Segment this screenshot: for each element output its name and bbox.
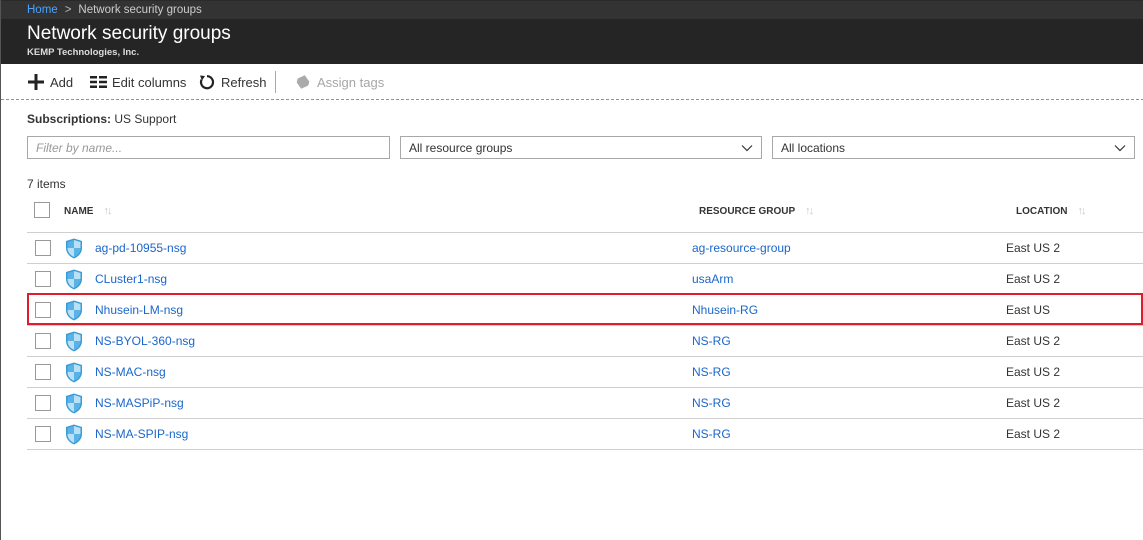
breadcrumb-bar: Home > Network security groups (1, 0, 1143, 19)
resource-group-link[interactable]: ag-resource-group (692, 241, 791, 255)
column-header-location[interactable]: LOCATION ↑↓ (1016, 205, 1086, 217)
resource-group-selected: All resource groups (409, 141, 513, 155)
network-security-group-icon (66, 269, 82, 290)
items-count: 7 items (27, 177, 66, 191)
tag-icon (294, 73, 312, 91)
resource-group-select[interactable]: All resource groups (400, 136, 762, 159)
edit-columns-label: Edit columns (112, 74, 187, 90)
chevron-down-icon (741, 145, 753, 152)
table-row[interactable]: NS-BYOL-360-nsg NS-RG East US 2 (27, 326, 1143, 357)
resource-group-link[interactable]: NS-RG (692, 396, 731, 410)
refresh-button[interactable]: Refresh (198, 73, 267, 91)
location-value: East US (1006, 303, 1051, 317)
filter-by-name-input[interactable] (27, 136, 390, 159)
table-row[interactable]: NS-MA-SPIP-nsg NS-RG East US 2 (27, 419, 1143, 450)
row-checkbox[interactable] (35, 333, 51, 349)
network-security-group-icon (66, 362, 82, 383)
sort-icon[interactable]: ↑↓ (1077, 205, 1086, 217)
columns-icon (89, 73, 107, 91)
location-value: East US 2 (1006, 241, 1061, 255)
nsg-name-link[interactable]: CLuster1-nsg (95, 272, 167, 286)
location-selected: All locations (781, 141, 846, 155)
refresh-icon (198, 73, 216, 91)
page-subtitle: KEMP Technologies, Inc. (27, 47, 140, 58)
location-select[interactable]: All locations (772, 136, 1135, 159)
network-security-group-icon (66, 393, 82, 414)
sort-icon[interactable]: ↑↓ (103, 205, 112, 217)
column-header-name[interactable]: NAME ↑↓ (64, 205, 112, 217)
column-header-label: NAME (64, 205, 94, 217)
row-checkbox[interactable] (35, 302, 51, 318)
resource-group-link[interactable]: NS-RG (692, 365, 731, 379)
sort-icon[interactable]: ↑↓ (805, 205, 814, 217)
resource-group-link[interactable]: NS-RG (692, 427, 731, 441)
nsg-name-link[interactable]: NS-BYOL-360-nsg (95, 334, 195, 348)
add-button[interactable]: Add (27, 73, 73, 91)
table-row[interactable]: CLuster1-nsg usaArm East US 2 (27, 264, 1143, 295)
network-security-group-icon (66, 300, 82, 321)
blade-header: Network security groups KEMP Technologie… (1, 19, 1143, 64)
refresh-label: Refresh (221, 74, 267, 90)
page-title: Network security groups (27, 23, 231, 44)
column-header-resource-group[interactable]: RESOURCE GROUP ↑↓ (699, 205, 814, 217)
row-divider (27, 449, 1143, 450)
subscriptions-label: Subscriptions: (27, 112, 112, 126)
select-all-checkbox[interactable] (34, 202, 50, 218)
location-value: East US 2 (1006, 334, 1061, 348)
plus-icon (27, 73, 45, 91)
nsg-name-link[interactable]: Nhusein-LM-nsg (95, 303, 183, 317)
nsg-name-link[interactable]: NS-MAC-nsg (95, 365, 166, 379)
row-checkbox[interactable] (35, 426, 51, 442)
resource-group-link[interactable]: usaArm (692, 272, 733, 286)
add-label: Add (50, 74, 74, 90)
table-row[interactable]: Nhusein-LM-nsg Nhusein-RG East US (27, 295, 1143, 326)
network-security-group-icon (66, 331, 82, 352)
location-value: East US 2 (1006, 396, 1061, 410)
location-value: East US 2 (1006, 272, 1061, 286)
table-row[interactable]: NS-MASPiP-nsg NS-RG East US 2 (27, 388, 1143, 419)
breadcrumb-home-link[interactable]: Home (27, 4, 58, 16)
nsg-name-link[interactable]: NS-MA-SPIP-nsg (95, 427, 188, 441)
location-value: East US 2 (1006, 427, 1061, 441)
assign-tags-button[interactable]: Assign tags (294, 73, 384, 91)
page-frame: Home > Network security groups Network sec… (0, 0, 1143, 540)
column-header-label: RESOURCE GROUP (699, 205, 796, 217)
row-checkbox[interactable] (35, 364, 51, 380)
edit-columns-button[interactable]: Edit columns (89, 73, 186, 91)
row-checkbox[interactable] (35, 240, 51, 256)
breadcrumb-separator: > (64, 4, 72, 16)
breadcrumb-current: Network security groups (78, 4, 202, 16)
table-row[interactable]: ag-pd-10955-nsg ag-resource-group East U… (27, 233, 1143, 264)
resource-group-link[interactable]: Nhusein-RG (692, 303, 758, 317)
nsg-name-link[interactable]: NS-MASPiP-nsg (95, 396, 184, 410)
assign-tags-label: Assign tags (317, 74, 385, 90)
breadcrumb: Home > Network security groups (27, 4, 202, 16)
network-security-group-icon (66, 238, 82, 259)
network-security-group-icon (66, 424, 82, 445)
toolbar-divider (275, 71, 276, 93)
nsg-name-link[interactable]: ag-pd-10955-nsg (95, 241, 186, 255)
row-checkbox[interactable] (35, 395, 51, 411)
command-bar: Add Edit columns Refresh Assign tags (1, 64, 1143, 100)
row-checkbox[interactable] (35, 271, 51, 287)
subscriptions-value: US Support (114, 112, 177, 126)
subscriptions-info: Subscriptions: US Support (27, 112, 176, 126)
location-value: East US 2 (1006, 365, 1061, 379)
column-header-label: LOCATION (1016, 205, 1068, 217)
table-row[interactable]: NS-MAC-nsg NS-RG East US 2 (27, 357, 1143, 388)
resource-group-link[interactable]: NS-RG (692, 334, 731, 348)
chevron-down-icon (1114, 145, 1126, 152)
